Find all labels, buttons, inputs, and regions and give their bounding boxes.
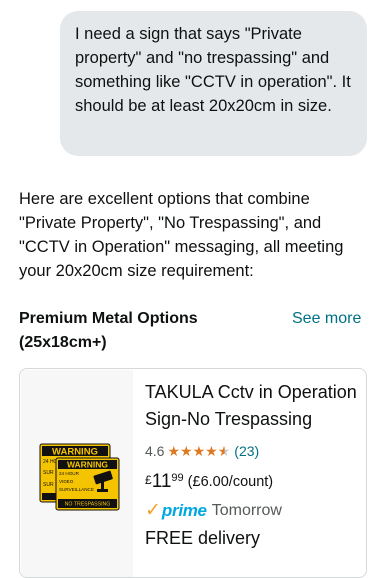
price-whole: 11 xyxy=(151,471,172,492)
svg-text:VIDEO: VIDEO xyxy=(59,479,74,484)
delivery-text: FREE delivery xyxy=(145,528,261,548)
star-icon: ★ xyxy=(180,443,193,459)
star-icon: ★ xyxy=(167,443,181,459)
user-message-text: I need a sign that says "Private propert… xyxy=(75,25,351,115)
svg-text:SUR: SUR xyxy=(43,470,54,476)
price-fraction: 99 xyxy=(171,472,184,484)
product-card[interactable]: WARNING 24 HOUR SUR SUR WARNING 24 HOUR … xyxy=(19,368,367,578)
product-details: TAKULA Cctv in Operation Sign-No Trespas… xyxy=(145,379,363,550)
svg-text:24 HOUR: 24 HOUR xyxy=(59,471,80,476)
rating-row: 4.6 ★ ★ ★ ★ ★ (23) xyxy=(145,440,363,462)
svg-text:NO TRESPASSING: NO TRESPASSING xyxy=(65,502,111,508)
rating-value: 4.6 xyxy=(145,443,165,459)
section-title: Premium Metal Options (25x18cm+) xyxy=(19,310,198,351)
star-icon: ★ xyxy=(205,443,218,459)
price: £ 11 99 (£6.00/count) xyxy=(145,471,363,493)
svg-text:WARNING: WARNING xyxy=(67,460,108,470)
product-image[interactable]: WARNING 24 HOUR SUR SUR WARNING 24 HOUR … xyxy=(21,370,133,577)
star-icon: ★ xyxy=(192,443,206,459)
price-currency: £ xyxy=(145,473,152,487)
see-more-link[interactable]: See more xyxy=(292,307,361,331)
assistant-message-text: Here are excellent options that combine … xyxy=(19,190,344,280)
front-sign: WARNING 24 HOUR VIDEO SURVEILLANCE NO TR… xyxy=(55,457,120,511)
warning-sign-image: WARNING 24 HOUR SUR SUR WARNING 24 HOUR … xyxy=(39,443,120,511)
prime-badge: ✓ prime Tomorrow xyxy=(145,499,363,523)
half-star-icon: ★ xyxy=(217,443,231,459)
star-rating-icon: ★ ★ ★ ★ ★ xyxy=(167,444,230,458)
product-title[interactable]: TAKULA Cctv in Operation Sign-No Trespas… xyxy=(145,379,363,433)
prime-delivery-day: Tomorrow xyxy=(211,502,282,519)
user-message-bubble: I need a sign that says "Private propert… xyxy=(60,11,367,156)
prime-label: prime xyxy=(161,501,207,520)
prime-check-icon: ✓ xyxy=(145,500,161,521)
svg-text:SURVEILLANCE: SURVEILLANCE xyxy=(59,487,94,492)
unit-price: (£6.00/count) xyxy=(187,474,274,490)
svg-text:WARNING: WARNING xyxy=(52,447,98,458)
rating-count-link[interactable]: (23) xyxy=(234,443,259,459)
svg-text:SUR: SUR xyxy=(43,482,54,488)
